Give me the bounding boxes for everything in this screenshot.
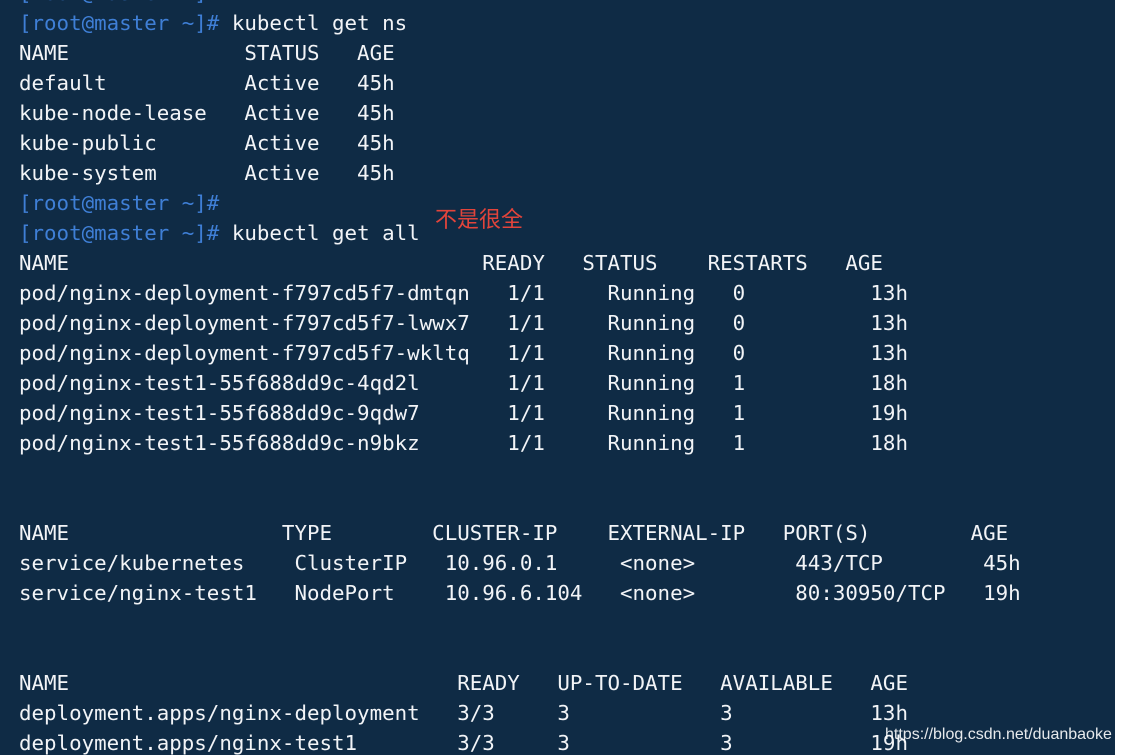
output-line: deployment.apps/nginx-deployment 3/3 3 3… <box>19 701 908 725</box>
output-line: NAME READY UP-TO-DATE AVAILABLE AGE <box>19 671 908 695</box>
output-line: service/kubernetes ClusterIP 10.96.0.1 <… <box>19 551 1021 575</box>
output-line: pod/nginx-test1-55f688dd9c-4qd2l 1/1 Run… <box>19 371 908 395</box>
output-line: kube-node-lease Active 45h <box>19 101 395 125</box>
shell-prompt: [root@master ~]# <box>19 191 220 215</box>
output-line: kube-system Active 45h <box>19 161 395 185</box>
red-annotation: 不是很全 <box>435 208 524 233</box>
command-text: kubectl get all <box>219 221 420 245</box>
output-line: pod/nginx-test1-55f688dd9c-n9bkz 1/1 Run… <box>19 431 908 455</box>
right-edge-strip <box>1115 0 1121 755</box>
command-text: kubectl get ns <box>219 11 408 35</box>
output-line: NAME TYPE CLUSTER-IP EXTERNAL-IP PORT(S)… <box>19 521 1009 545</box>
output-line: NAME READY STATUS RESTARTS AGE <box>19 251 883 275</box>
output-line: pod/nginx-test1-55f688dd9c-9qdw7 1/1 Run… <box>19 401 908 425</box>
watermark: https://blog.csdn.net/duanbaoke <box>885 726 1112 743</box>
output-line: NAME STATUS AGE <box>19 41 395 65</box>
shell-prompt: [root@master ~]# <box>19 11 220 35</box>
output-line: pod/nginx-deployment-f797cd5f7-wkltq 1/1… <box>19 341 908 365</box>
prompt-line: [root@master ~]# <box>19 0 219 8</box>
output-line: pod/nginx-deployment-f797cd5f7-dmtqn 1/1… <box>19 281 908 305</box>
terminal-window[interactable]: [root@master ~]#[root@master ~]# kubectl… <box>0 0 1121 755</box>
prompt-line: [root@master ~]# kubectl get all <box>19 218 420 248</box>
output-line: kube-public Active 45h <box>19 131 395 155</box>
output-line: default Active 45h <box>19 71 395 95</box>
output-line: pod/nginx-deployment-f797cd5f7-lwwx7 1/1… <box>19 311 908 335</box>
shell-prompt: [root@master ~]# <box>19 221 220 245</box>
output-line: service/nginx-test1 NodePort 10.96.6.104… <box>19 581 1021 605</box>
shell-prompt: [root@master ~]# <box>19 0 219 5</box>
output-line: deployment.apps/nginx-test1 3/3 3 3 19h <box>19 731 908 755</box>
prompt-line: [root@master ~]# <box>19 188 219 218</box>
prompt-line: [root@master ~]# kubectl get ns <box>19 8 407 38</box>
